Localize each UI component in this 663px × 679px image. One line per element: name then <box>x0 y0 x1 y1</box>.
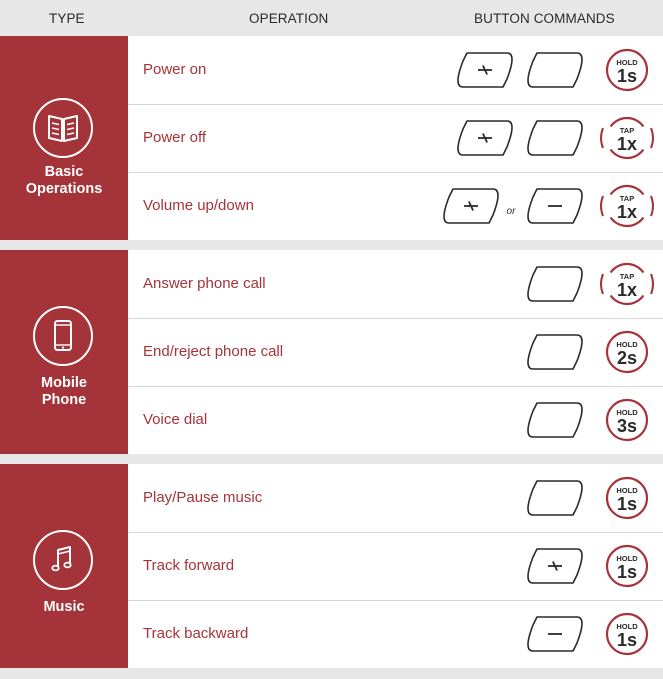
button-command-graphic: HOLD1s <box>527 544 649 588</box>
button-command-graphic: HOLD1s <box>457 48 649 92</box>
plus-button <box>527 548 583 584</box>
center-button <box>527 266 583 302</box>
table-row: Power on HOLD 1s <box>128 36 663 104</box>
table-header: TYPE OPERATION BUTTON COMMANDS <box>0 0 663 36</box>
plus-button <box>457 52 513 88</box>
command-value: 1s <box>617 66 637 86</box>
command-value: 1s <box>617 494 637 514</box>
command-value: 1x <box>617 134 637 154</box>
command-badge: HOLD1s <box>605 612 649 656</box>
center-button <box>527 52 583 88</box>
type-label-line: Music <box>43 599 85 615</box>
command-badge: HOLD1s <box>605 476 649 520</box>
table-row: Answer phone call TAP 1x <box>128 250 663 318</box>
book-icon <box>33 98 93 158</box>
center-button <box>527 480 583 516</box>
minus-button <box>527 616 583 652</box>
table-row: Track backward HOLD 1s <box>128 600 663 668</box>
type-label-line: Operations <box>25 181 103 197</box>
command-value: 1s <box>617 562 637 582</box>
type-label: Mobile Phone <box>0 375 128 409</box>
table-row: Volume up/down TAP 1x or <box>128 172 663 240</box>
button-command-graphic: HOLD1s <box>527 476 649 520</box>
table-row: Track forward HOLD 1s <box>128 532 663 600</box>
type-cell: Music <box>0 464 128 668</box>
button-command-graphic: HOLD1s <box>527 612 649 656</box>
button-command-graphic: TAP1x <box>457 116 654 160</box>
section-basic-operations: Basic Operations Power on HOLD 1s Power off… <box>0 36 663 240</box>
type-label-line: Basic <box>44 164 84 180</box>
header-button-commands: BUTTON COMMANDS <box>474 11 615 26</box>
section-music: Music Play/Pause music HOLD 1s Track forwar… <box>0 464 663 668</box>
command-badge: TAP1x <box>600 184 654 228</box>
button-command-graphic: TAP1x <box>527 262 654 306</box>
command-badge: TAP1x <box>600 262 654 306</box>
command-value: 1x <box>617 280 637 300</box>
minus-button <box>527 188 583 224</box>
type-label-line: Phone <box>41 392 87 408</box>
center-button <box>527 334 583 370</box>
section-mobile-phone: Mobile Phone Answer phone call TAP 1x End/r… <box>0 250 663 454</box>
or-separator: or <box>507 206 517 217</box>
table-row: Power off TAP 1x <box>128 104 663 172</box>
plus-button <box>443 188 499 224</box>
music-note-icon <box>33 530 93 590</box>
section-gap <box>0 240 663 250</box>
button-command-graphic: TAP1x or <box>443 184 654 228</box>
button-command-graphic: HOLD3s <box>527 398 649 442</box>
command-value: 1x <box>617 202 637 222</box>
command-badge: HOLD3s <box>605 398 649 442</box>
table-row: Play/Pause music HOLD 1s <box>128 464 663 532</box>
section-gap <box>0 454 663 464</box>
command-badge: HOLD2s <box>605 330 649 374</box>
command-value: 3s <box>617 416 637 436</box>
plus-button <box>457 120 513 156</box>
command-badge: HOLD1s <box>605 48 649 92</box>
command-table: TYPE OPERATION BUTTON COMMANDS Basic Ope… <box>0 0 663 679</box>
header-operation: OPERATION <box>249 11 329 26</box>
command-badge: TAP1x <box>600 116 654 160</box>
command-badge: HOLD1s <box>605 544 649 588</box>
type-cell: Mobile Phone <box>0 250 128 454</box>
table-row: Voice dial HOLD 3s <box>128 386 663 454</box>
header-type: TYPE <box>49 11 85 26</box>
button-command-graphic: HOLD2s <box>527 330 649 374</box>
type-label: Basic Operations <box>0 164 128 198</box>
center-button <box>527 402 583 438</box>
table-row: End/reject phone call HOLD 2s <box>128 318 663 386</box>
mobile-phone-icon <box>33 306 93 366</box>
type-label: Music <box>0 599 128 616</box>
center-button <box>527 120 583 156</box>
type-cell: Basic Operations <box>0 36 128 240</box>
command-value: 2s <box>617 348 637 368</box>
command-value: 1s <box>617 630 637 650</box>
section-gap <box>0 668 663 679</box>
type-label-line: Mobile <box>41 375 87 391</box>
